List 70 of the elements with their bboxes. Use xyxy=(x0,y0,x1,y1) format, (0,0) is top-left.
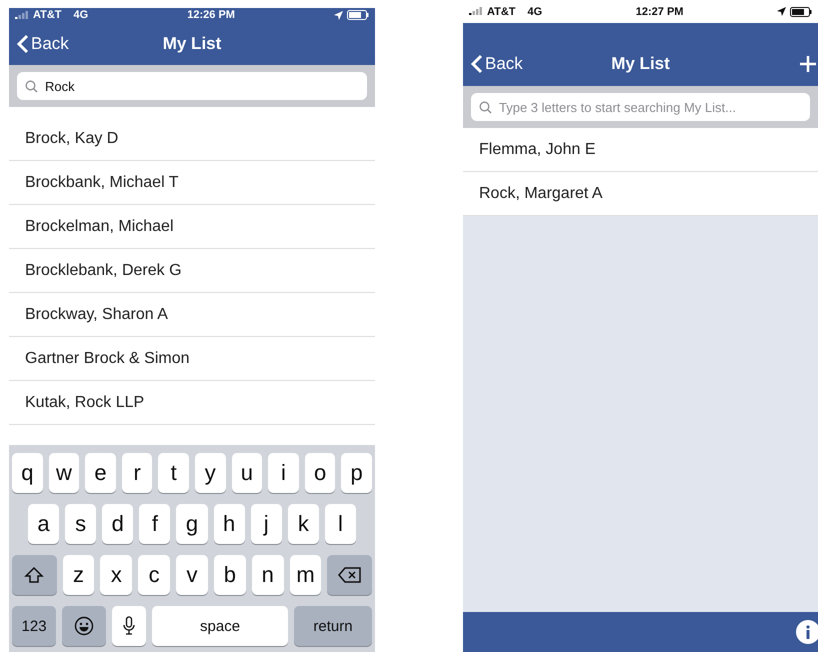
screen-title: My List xyxy=(611,54,670,74)
letter-key[interactable]: w xyxy=(48,453,80,493)
return-key[interactable]: return xyxy=(294,606,372,646)
battery-icon xyxy=(790,6,812,16)
emoji-key[interactable] xyxy=(62,606,106,646)
letter-key[interactable]: x xyxy=(100,555,132,595)
contact-row[interactable]: Brockway, Sharon A xyxy=(9,293,375,337)
smiley-icon xyxy=(74,616,94,636)
letter-key[interactable]: r xyxy=(122,453,152,493)
chevron-left-icon xyxy=(471,54,483,74)
letter-key[interactable]: q xyxy=(12,453,43,493)
search-icon xyxy=(25,80,38,93)
numbers-key[interactable]: 123 xyxy=(12,606,56,646)
signal-icon xyxy=(469,7,483,16)
contact-row[interactable]: Brockbank, Michael T xyxy=(9,161,375,205)
chevron-left-icon xyxy=(17,34,29,54)
letter-key[interactable]: g xyxy=(176,504,208,544)
contact-row[interactable]: Brocklebank, Derek G xyxy=(9,249,375,293)
letter-key[interactable]: l xyxy=(324,504,356,544)
carrier-text: AT&T xyxy=(487,6,516,18)
time-text: 12:27 PM xyxy=(636,6,684,18)
letter-key[interactable]: y xyxy=(195,453,226,493)
letter-key[interactable]: n xyxy=(252,555,284,595)
shift-key[interactable] xyxy=(12,555,57,595)
letter-key[interactable]: k xyxy=(288,504,319,544)
contact-row[interactable]: Brockelman, Michael xyxy=(9,205,375,249)
time-text: 12:26 PM xyxy=(187,9,235,21)
space-key[interactable]: space xyxy=(152,606,288,646)
letter-key[interactable]: o xyxy=(304,453,336,493)
letter-key[interactable]: f xyxy=(139,504,170,544)
letter-key[interactable]: b xyxy=(214,555,246,595)
backspace-icon xyxy=(338,567,362,583)
back-button[interactable]: Back xyxy=(471,54,523,74)
letter-key[interactable]: m xyxy=(290,555,322,595)
letter-key[interactable]: h xyxy=(214,504,245,544)
contact-row[interactable]: Flemma, John E xyxy=(463,128,818,172)
letter-key[interactable]: t xyxy=(158,453,189,493)
letter-key[interactable]: d xyxy=(102,504,134,544)
search-icon xyxy=(479,101,492,114)
search-field[interactable]: Rock xyxy=(17,72,367,100)
delete-key[interactable] xyxy=(327,555,372,595)
network-text: 4G xyxy=(74,9,88,21)
microphone-icon xyxy=(123,616,136,636)
location-arrow-icon xyxy=(334,10,343,20)
letter-key[interactable]: v xyxy=(176,555,208,595)
carrier-text: AT&T xyxy=(33,9,62,21)
contact-row[interactable]: Gartner Brock & Simon xyxy=(9,337,375,381)
network-text: 4G xyxy=(528,6,542,18)
letter-key[interactable]: j xyxy=(250,504,282,544)
shift-arrow-icon xyxy=(24,566,44,584)
back-button[interactable]: Back xyxy=(17,34,69,54)
letter-key[interactable]: a xyxy=(28,504,60,544)
battery-icon xyxy=(347,10,369,20)
letter-key[interactable]: c xyxy=(138,555,170,595)
search-field[interactable]: Type 3 letters to start searching My List... xyxy=(471,93,810,121)
info-icon[interactable] xyxy=(796,620,818,644)
letter-key[interactable]: p xyxy=(341,453,372,493)
letter-key[interactable]: i xyxy=(268,453,299,493)
letter-key[interactable]: u xyxy=(232,453,262,493)
contact-row[interactable]: Kutak, Rock LLP xyxy=(9,381,375,425)
location-arrow-icon xyxy=(777,7,786,16)
letter-key[interactable]: s xyxy=(65,504,96,544)
plus-icon xyxy=(800,56,816,72)
add-button[interactable] xyxy=(800,56,816,72)
contact-row[interactable]: Brock, Kay D xyxy=(9,117,375,161)
letter-key[interactable]: e xyxy=(85,453,116,493)
screen-title: My List xyxy=(162,34,222,54)
dictation-key[interactable] xyxy=(112,606,146,646)
signal-icon xyxy=(15,10,29,20)
letter-key[interactable]: z xyxy=(62,555,94,595)
